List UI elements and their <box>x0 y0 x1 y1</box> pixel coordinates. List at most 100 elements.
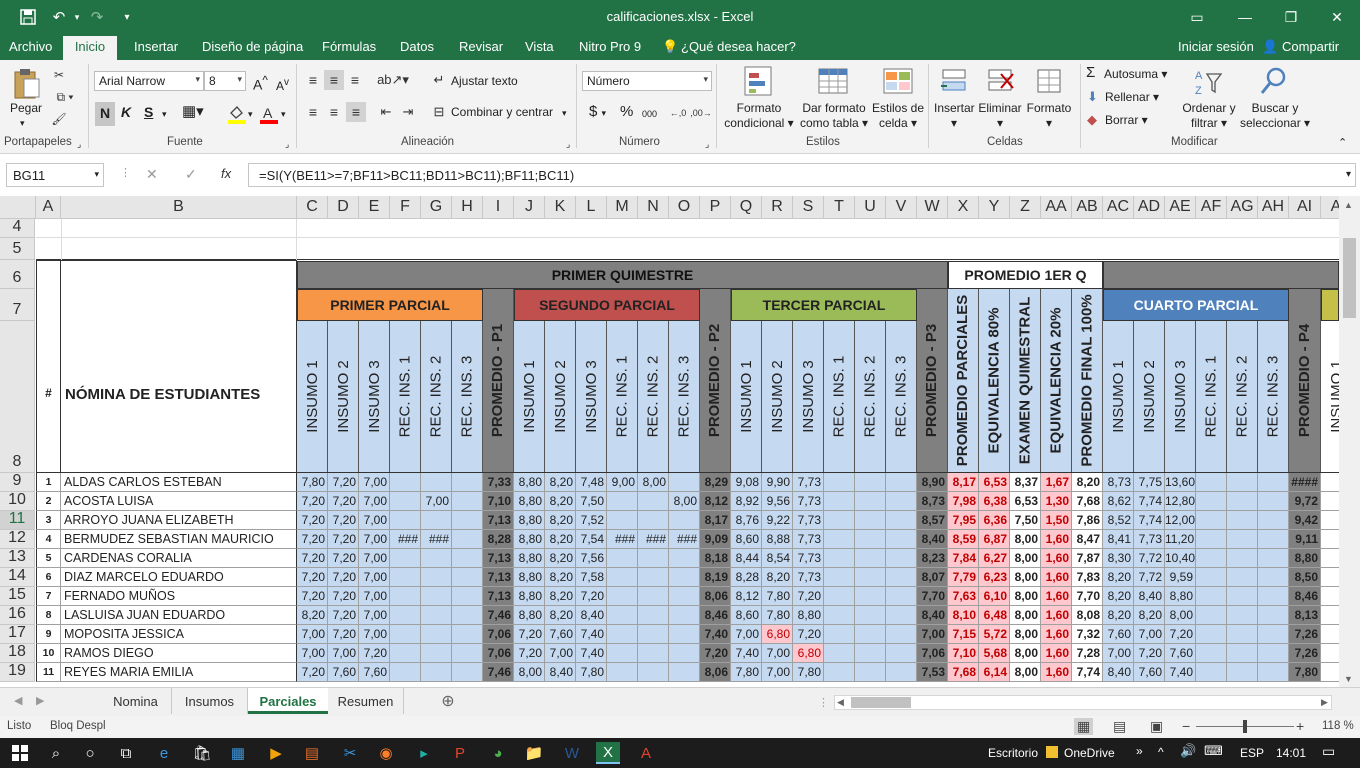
align-middle-icon[interactable]: ≡ <box>324 70 344 90</box>
percent-button[interactable]: % <box>620 104 633 119</box>
number-launcher-icon[interactable]: ⌟ <box>705 137 709 152</box>
row-header[interactable]: 4 <box>0 218 35 238</box>
column-header[interactable]: N <box>638 196 669 219</box>
task-view-icon[interactable]: ⧉ <box>114 742 138 764</box>
chrome-icon[interactable]: ◕ <box>486 742 510 764</box>
column-header[interactable]: F <box>390 196 421 219</box>
row-header[interactable]: 16 <box>0 605 35 625</box>
app-icon[interactable]: ▤ <box>300 742 324 764</box>
sheet-tab-insumos[interactable]: Insumos <box>172 688 248 714</box>
insert-cells-button[interactable]: Insertar ▾ <box>934 101 975 131</box>
tab-diseno-pagina[interactable]: Diseño de página <box>202 39 303 54</box>
tab-datos[interactable]: Datos <box>400 39 434 54</box>
paste-icon[interactable] <box>10 66 44 102</box>
column-header[interactable]: A <box>1321 196 1339 219</box>
column-header[interactable]: AA <box>1041 196 1072 219</box>
resize-handle-icon[interactable]: ⋮ <box>120 166 131 179</box>
sort-filter-button[interactable]: Ordenar y filtrar ▾ <box>1180 101 1238 131</box>
find-select-button[interactable]: Buscar y seleccionar ▾ <box>1240 101 1310 131</box>
table-format-button[interactable]: Dar formato como tabla ▾ <box>798 101 870 131</box>
font-launcher-icon[interactable]: ⌟ <box>285 137 289 152</box>
minimize-button[interactable]: — <box>1222 0 1268 34</box>
format-painter-icon[interactable]: 🖌 <box>50 110 68 128</box>
formula-input[interactable]: =SI(Y(BE11>=7;BF11>BC11;BD11>BC11);BF11;… <box>248 163 1356 187</box>
row-header[interactable]: 9 <box>0 472 35 492</box>
currency-button[interactable]: $ ▾ <box>589 104 606 121</box>
sheet-tab-nomina[interactable]: Nomina <box>100 688 172 714</box>
column-header[interactable]: AB <box>1072 196 1103 219</box>
format-cells-button[interactable]: Formato ▾ <box>1024 101 1074 131</box>
decrease-indent-icon[interactable]: ⇤ <box>376 102 396 122</box>
page-layout-icon[interactable]: ▤ <box>1113 718 1126 735</box>
scroll-left-icon[interactable]: ◀ <box>837 697 844 708</box>
tab-revisar[interactable]: Revisar <box>459 39 503 54</box>
tab-nitro[interactable]: Nitro Pro 9 <box>579 39 641 54</box>
column-header[interactable]: W <box>917 196 948 219</box>
column-header[interactable]: U <box>855 196 886 219</box>
font-color-dropdown-icon[interactable]: ▾ <box>281 107 286 122</box>
zoom-in-button[interactable]: + <box>1296 718 1304 734</box>
increase-decimal-icon[interactable]: ←,0 <box>668 103 688 123</box>
restore-button[interactable]: ❐ <box>1268 0 1314 34</box>
column-header[interactable]: M <box>607 196 638 219</box>
column-header[interactable]: AF <box>1196 196 1227 219</box>
column-header[interactable]: V <box>886 196 917 219</box>
align-right-icon[interactable]: ≡ <box>346 102 366 122</box>
search-icon[interactable]: ⌕ <box>44 742 68 764</box>
windows-start-icon[interactable] <box>8 742 32 764</box>
column-header[interactable]: G <box>421 196 452 219</box>
row-header[interactable]: 11 <box>0 510 35 530</box>
word-icon[interactable]: W <box>560 742 584 764</box>
acrobat-icon[interactable]: A <box>634 742 658 764</box>
zoom-slider-thumb[interactable] <box>1243 720 1247 733</box>
vertical-scrollbar[interactable]: ▲ ▼ <box>1339 196 1360 687</box>
column-header[interactable]: J <box>514 196 545 219</box>
number-format-combo[interactable]: Número ▾ <box>582 71 712 91</box>
shrink-font-button[interactable]: Av <box>276 75 289 94</box>
row-header[interactable]: 13 <box>0 548 35 568</box>
column-header[interactable]: O <box>669 196 700 219</box>
column-header[interactable]: L <box>576 196 607 219</box>
row-header[interactable]: 14 <box>0 567 35 587</box>
cut-icon[interactable]: ✂ <box>50 66 68 84</box>
signin-link[interactable]: Iniciar sesión <box>1178 39 1254 54</box>
tab-vista[interactable]: Vista <box>525 39 554 54</box>
column-header[interactable]: T <box>824 196 855 219</box>
align-left-icon[interactable]: ≡ <box>304 102 322 122</box>
next-sheet-icon[interactable]: ▶ <box>36 694 44 707</box>
column-header[interactable]: AE <box>1165 196 1196 219</box>
clear-button[interactable]: Borrar ▾ <box>1105 113 1148 128</box>
column-header[interactable]: X <box>948 196 979 219</box>
merge-center-button[interactable]: Combinar y centrar <box>451 105 553 120</box>
add-sheet-button[interactable]: ⊕ <box>436 688 460 714</box>
prev-sheet-icon[interactable]: ◀ <box>14 694 22 707</box>
row-header[interactable]: 5 <box>0 238 35 260</box>
close-button[interactable]: ✕ <box>1314 0 1360 34</box>
cancel-icon[interactable]: ✕ <box>146 166 158 183</box>
column-header[interactable]: B <box>61 196 297 219</box>
clipboard-launcher-icon[interactable]: ⌟ <box>77 137 81 152</box>
align-top-icon[interactable]: ≡ <box>304 70 322 90</box>
scroll-thumb[interactable] <box>1343 238 1356 318</box>
decrease-decimal-icon[interactable]: ,00→ <box>690 103 712 123</box>
column-header[interactable]: AD <box>1134 196 1165 219</box>
align-center-icon[interactable]: ≡ <box>324 102 344 122</box>
column-header[interactable]: A <box>36 196 61 219</box>
fill-button[interactable]: Rellenar ▾ <box>1105 90 1159 105</box>
column-header[interactable]: C <box>297 196 328 219</box>
share-button[interactable]: Compartir <box>1282 39 1339 54</box>
alignment-launcher-icon[interactable]: ⌟ <box>566 137 570 152</box>
border-icon[interactable]: ▦▾ <box>182 104 204 119</box>
increase-indent-icon[interactable]: ⇥ <box>398 102 418 122</box>
row-header[interactable]: 19 <box>0 662 35 682</box>
autosum-button[interactable]: Autosuma ▾ <box>1104 67 1167 82</box>
paste-dropdown-icon[interactable]: ▾ <box>20 116 25 131</box>
name-box[interactable]: BG11 ▾ <box>6 163 104 187</box>
split-handle-icon[interactable]: ⋮ <box>818 696 829 709</box>
column-header[interactable]: AI <box>1289 196 1321 219</box>
normal-view-icon[interactable]: ▦ <box>1074 718 1094 735</box>
hscroll-thumb[interactable] <box>851 697 911 708</box>
italic-button[interactable]: K <box>121 105 131 120</box>
notifications-icon[interactable]: ▭ <box>1322 743 1335 760</box>
tray-up-icon[interactable]: ^ <box>1158 745 1164 759</box>
